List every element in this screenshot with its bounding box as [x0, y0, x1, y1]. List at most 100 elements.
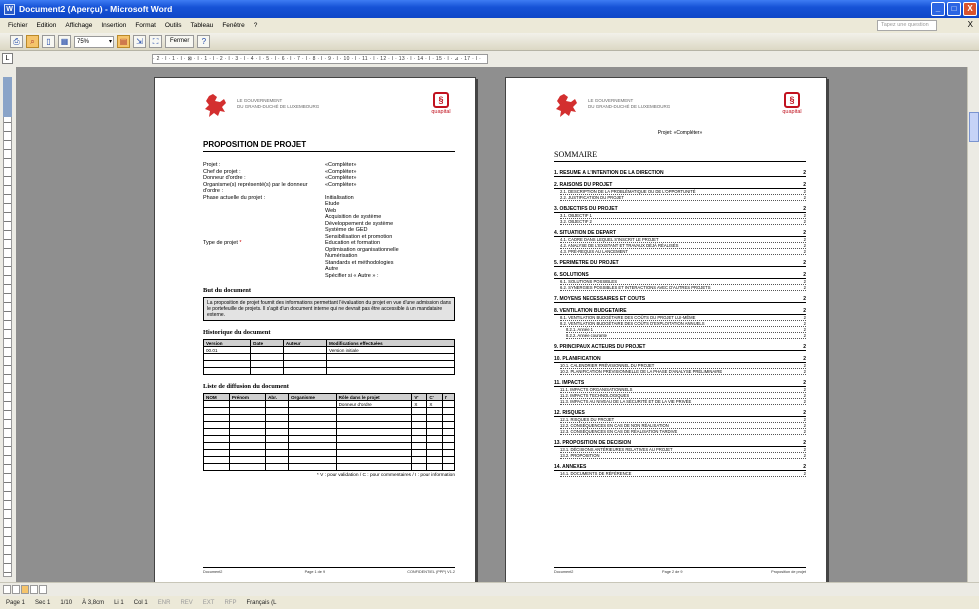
toc-entry[interactable]: 4. SITUATION DE DÉPART 2 — [554, 230, 806, 237]
toc-subentry[interactable]: 11.3. IMPACTS AU NIVEAU DE LA SÉCURITÉ E… — [560, 399, 806, 405]
table-row — [203, 449, 456, 457]
quapital-logo: § quapital — [778, 92, 806, 115]
document-close-icon[interactable]: X — [968, 20, 973, 29]
table-of-contents: 1. RÉSUMÉ À L'INTENTION DE LA DIRECTION 2… — [554, 170, 806, 477]
reading-view-icon[interactable] — [39, 585, 47, 594]
zoom-select[interactable]: 75% — [74, 35, 114, 48]
government-name: LE GOUVERNEMENT DU GRAND-DUCHÉ DE LUXEMBO… — [588, 98, 671, 109]
status-mode[interactable]: ENR — [158, 600, 171, 606]
menu-edition[interactable]: Edition — [37, 22, 57, 29]
close-preview-button[interactable]: Fermer — [165, 35, 195, 48]
view-ruler-icon[interactable]: ▤ — [117, 35, 130, 48]
maximize-button[interactable]: □ — [947, 2, 961, 16]
toc-entry[interactable]: 7. MOYENS NÉCESSAIRES ET COÛTS 2 — [554, 296, 806, 303]
status-mode[interactable]: RFP — [224, 600, 236, 606]
horizontal-ruler[interactable]: · 2 · I · 1 · I · ⊠ · I · 1 · I · 2 · I … — [152, 54, 488, 64]
menu-fenetre[interactable]: Fenêtre — [222, 22, 244, 29]
toc-entry[interactable]: 14. ANNEXES 2 — [554, 464, 806, 471]
toc-entry[interactable]: 8. VENTILATION BUDGÉTAIRE 2 — [554, 308, 806, 315]
page-footer: Document2 Page 1 de 9 CONFIDENTIEL (PPP) V… — [203, 567, 455, 574]
government-name: LE GOUVERNEMENT DU GRAND-DUCHÉ DE LUXEMBO… — [237, 98, 320, 109]
table-row — [203, 456, 456, 464]
one-page-icon[interactable]: ▯ — [42, 35, 55, 48]
toc-entry[interactable]: 5. PÉRIMÈTRE DU PROJET 2 — [554, 260, 806, 267]
toc-entry[interactable]: 11. IMPACTS 2 — [554, 380, 806, 387]
title-bar: W Document2 (Aperçu) - Microsoft Word _ … — [0, 0, 979, 18]
preview-toolbar: ⎙ ⌕ ▯ ▦ 75% ▤ ⇲ ⛶ Fermer ? — [0, 33, 979, 51]
magnifier-icon[interactable]: ⌕ — [26, 35, 39, 48]
outline-view-icon[interactable] — [30, 585, 38, 594]
status-mode[interactable]: REV — [180, 600, 192, 606]
status-page: Page 1 — [6, 599, 26, 606]
minimize-button[interactable]: _ — [931, 2, 945, 16]
toc-subentry[interactable]: 2.2. JUSTIFICATION DU PROJET 2 — [560, 195, 806, 201]
table-row: Donneur d'ordre X X — [203, 400, 456, 408]
menu-fichier[interactable]: Fichier — [8, 22, 28, 29]
toc-subentry[interactable]: 10.2. PLANIFICATION PRÉVISIONNELLE DE LA… — [560, 369, 806, 375]
tab-selector-icon[interactable]: L — [2, 53, 13, 64]
status-line: Li 1 — [114, 599, 124, 606]
table-row — [203, 435, 456, 443]
table-row — [202, 360, 455, 368]
table-row — [203, 414, 456, 422]
table-row — [203, 407, 456, 415]
normal-view-icon[interactable] — [3, 585, 11, 594]
toc-subentry[interactable]: 4.3. PRÉ-REQUIS AU LANCEMENT 2 — [560, 249, 806, 255]
table-row — [202, 367, 455, 375]
multiple-pages-icon[interactable]: ▦ — [58, 35, 71, 48]
status-section: Sec 1 — [35, 599, 51, 606]
scroll-thumb[interactable] — [969, 112, 979, 142]
toc-entry[interactable]: 3. OBJECTIFS DU PROJET 2 — [554, 206, 806, 213]
toc-entry[interactable]: 13. PROPOSITION DE DÉCISION 2 — [554, 440, 806, 447]
toc-entry[interactable]: 9. PRINCIPAUX ACTEURS DU PROJET 2 — [554, 344, 806, 351]
ask-question-input[interactable]: Tapez une question — [877, 20, 937, 31]
horizontal-scrollbar[interactable] — [0, 582, 979, 596]
history-table: Version Date Auteur Modifications effectuée… — [202, 339, 455, 375]
help-icon[interactable]: ? — [197, 35, 211, 48]
toc-title: SOMMAIRE — [554, 150, 806, 162]
close-button[interactable]: X — [963, 2, 977, 16]
quapital-logo: § quapital — [427, 92, 455, 115]
status-at: À 3,8cm — [82, 599, 105, 606]
toc-subentry[interactable]: 12.3. CONSÉQUENCES EN CAS DE RÉALISATION… — [560, 429, 806, 435]
table-row — [203, 421, 456, 429]
toc-entry[interactable]: 2. RAISONS DU PROJET 2 — [554, 182, 806, 189]
distribution-table: NOM Prénom Abr. Organisme Rôle dans le proje… — [203, 393, 456, 471]
vertical-ruler-scale — [3, 77, 12, 577]
lion-crest-icon — [205, 94, 226, 117]
toc-entry[interactable]: 6. SOLUTIONS 2 — [554, 272, 806, 279]
toc-entry[interactable]: 1. RÉSUMÉ À L'INTENTION DE LA DIRECTION 2 — [554, 170, 806, 177]
section-heading: Historique du document — [203, 329, 271, 336]
vertical-ruler[interactable] — [0, 67, 16, 582]
preview-workspace: LE GOUVERNEMENT DU GRAND-DUCHÉ DE LUXEMBO… — [16, 67, 967, 582]
distribution-note: * V : pour validation / C : pour comment… — [316, 473, 455, 478]
toc-entry[interactable]: 12. RISQUES 2 — [554, 410, 806, 417]
purpose-text: La proposition de projet fournit des inf… — [203, 297, 455, 321]
menu-affichage[interactable]: Affichage — [65, 22, 92, 29]
status-col: Col 1 — [133, 599, 148, 606]
print-view-icon[interactable] — [21, 585, 29, 594]
print-icon[interactable]: ⎙ — [10, 35, 23, 48]
word-app-icon: W — [4, 3, 15, 15]
status-mode[interactable]: EXT — [203, 600, 215, 606]
menu-help[interactable]: ? — [254, 22, 258, 29]
web-view-icon[interactable] — [12, 585, 20, 594]
menu-tableau[interactable]: Tableau — [191, 22, 214, 29]
page-title: PROPOSITION DE PROJET — [203, 140, 455, 152]
menu-insertion[interactable]: Insertion — [101, 22, 126, 29]
page-1[interactable]: LE GOUVERNEMENT DU GRAND-DUCHÉ DE LUXEMBO… — [154, 77, 476, 582]
shrink-to-fit-icon[interactable]: ⇲ — [133, 35, 146, 48]
toc-subentry[interactable]: 13.2. PROPOSITION 2 — [560, 453, 806, 459]
toc-subentry[interactable]: 8.2.2. Année courante 2 — [566, 333, 806, 339]
toc-subentry[interactable]: 3.2. OBJECTIF 22 — [560, 219, 806, 225]
table-row — [202, 353, 455, 361]
full-screen-icon[interactable]: ⛶ — [149, 35, 162, 48]
toc-subentry[interactable]: 6.2. SYNERGIES POSSIBLES ET INTERACTIONS… — [560, 285, 806, 291]
toc-entry[interactable]: 10. PLANIFICATION 2 — [554, 356, 806, 363]
page-2[interactable]: LE GOUVERNEMENT DU GRAND-DUCHÉ DE LUXEMBO… — [505, 77, 827, 582]
menu-format[interactable]: Format — [135, 22, 156, 29]
vertical-scrollbar[interactable] — [967, 67, 979, 582]
toc-subentry[interactable]: 14.1. DOCUMENTS DE RÉFÉRENCE 2 — [560, 471, 806, 477]
menu-outils[interactable]: Outils — [165, 22, 182, 29]
window-title: Document2 (Aperçu) - Microsoft Word — [19, 4, 173, 14]
